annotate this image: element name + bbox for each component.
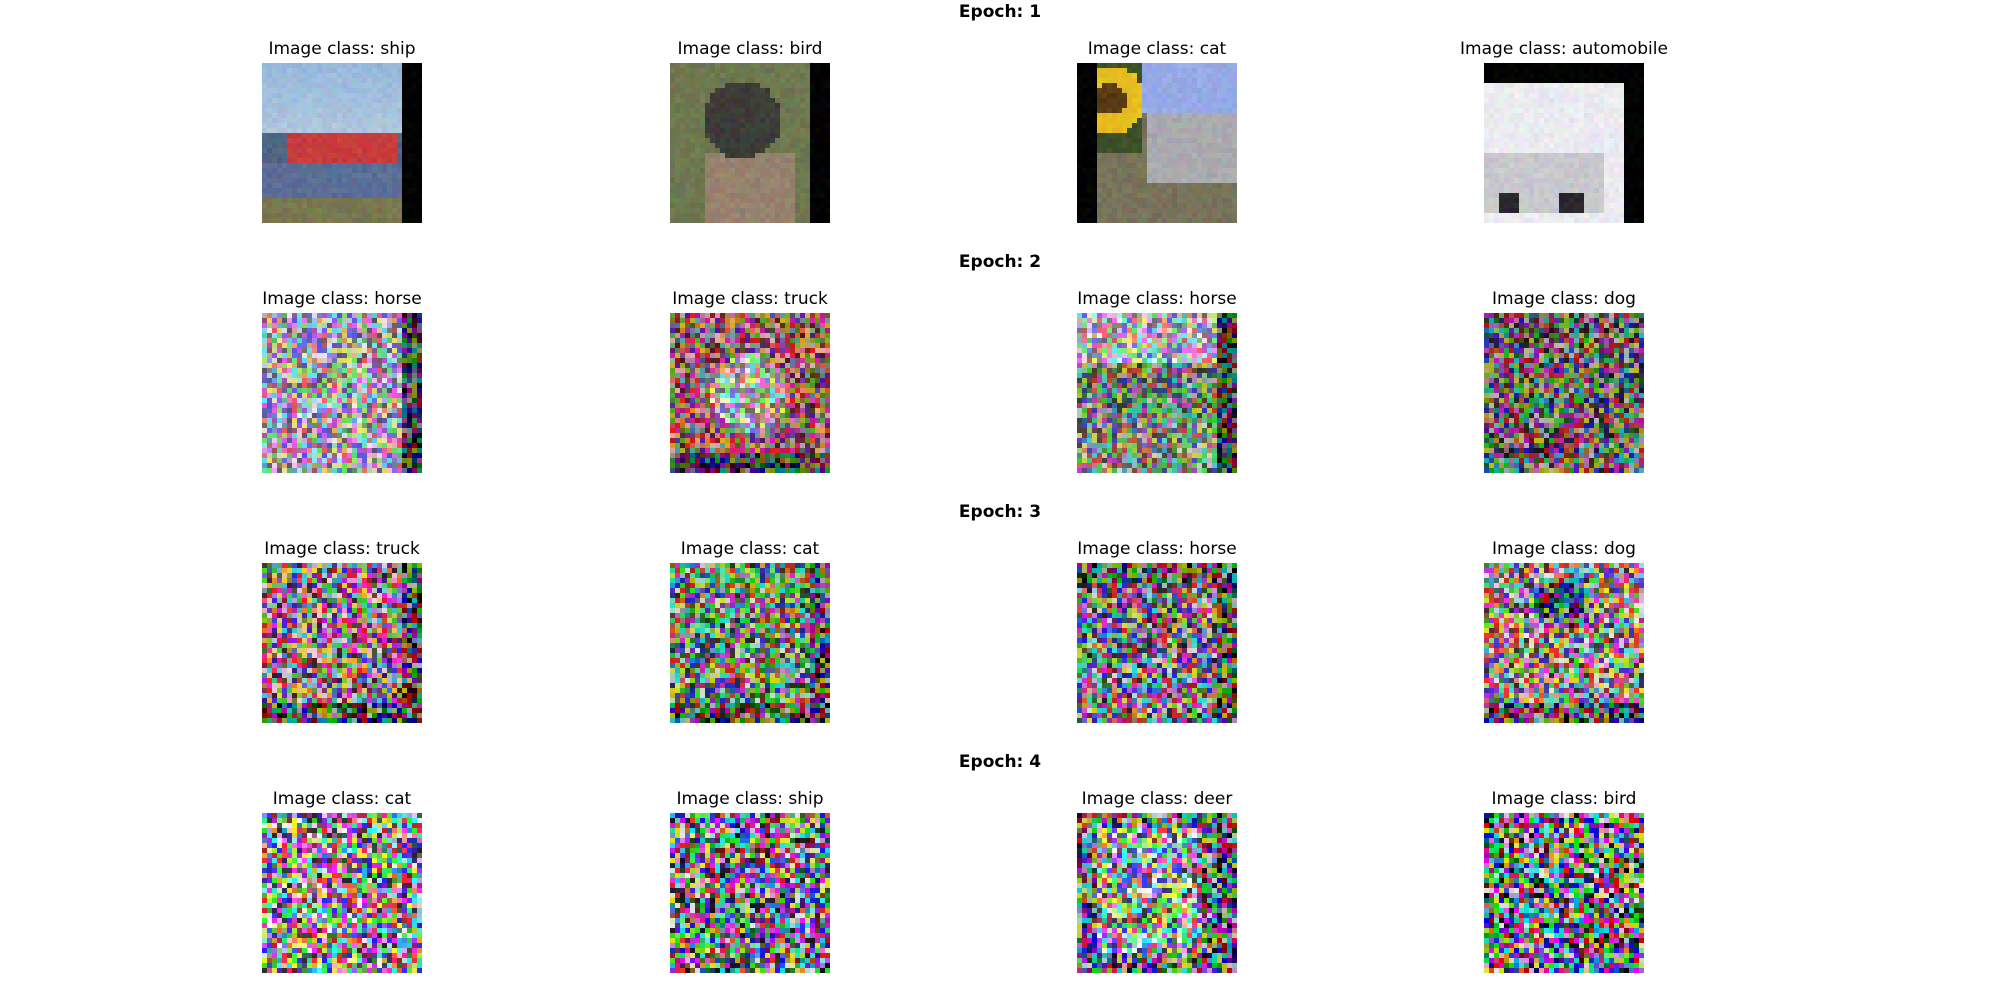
sample-image	[262, 563, 422, 723]
image-cell: Image class: cat	[182, 789, 502, 973]
sample-image	[262, 63, 422, 223]
image-cell: Image class: truck	[590, 289, 910, 473]
sample-image	[1484, 313, 1644, 473]
image-class-label: Image class: horse	[262, 289, 422, 309]
image-class-label: Image class: ship	[268, 39, 416, 59]
image-class-label: Image class: truck	[264, 539, 420, 559]
image-class-label: Image class: ship	[676, 789, 824, 809]
sample-image	[1077, 63, 1237, 223]
image-cell: Image class: ship	[590, 789, 910, 973]
image-class-label: Image class: horse	[1077, 289, 1237, 309]
image-class-label: Image class: deer	[1081, 789, 1233, 809]
sample-image	[262, 813, 422, 973]
epoch-title: Epoch: 4	[958, 752, 1042, 772]
image-cell: Image class: deer	[997, 789, 1317, 973]
image-cell: Image class: truck	[182, 539, 502, 723]
epoch-title: Epoch: 3	[958, 502, 1042, 522]
epoch-title: Epoch: 1	[958, 2, 1042, 22]
sample-image	[1484, 63, 1644, 223]
image-cell: Image class: bird	[590, 39, 910, 223]
epoch-title: Epoch: 2	[958, 252, 1042, 272]
sample-image	[670, 813, 830, 973]
image-cell: Image class: horse	[997, 539, 1317, 723]
image-cell: Image class: horse	[997, 289, 1317, 473]
sample-image	[1484, 813, 1644, 973]
image-cell: Image class: automobile	[1404, 39, 1724, 223]
sample-image	[1077, 313, 1237, 473]
image-class-label: Image class: automobile	[1460, 39, 1668, 59]
image-cell: Image class: dog	[1404, 289, 1724, 473]
sample-image	[670, 313, 830, 473]
image-cell: Image class: bird	[1404, 789, 1724, 973]
sample-image	[1077, 563, 1237, 723]
image-class-label: Image class: dog	[1492, 539, 1636, 559]
image-class-label: Image class: dog	[1492, 289, 1636, 309]
image-cell: Image class: dog	[1404, 539, 1724, 723]
sample-image	[670, 563, 830, 723]
image-class-label: Image class: bird	[1491, 789, 1637, 809]
sample-image	[262, 313, 422, 473]
sample-image	[1484, 563, 1644, 723]
image-class-label: Image class: horse	[1077, 539, 1237, 559]
image-cell: Image class: cat	[590, 539, 910, 723]
image-class-label: Image class: truck	[672, 289, 828, 309]
sample-image	[1077, 813, 1237, 973]
image-class-label: Image class: cat	[1087, 39, 1227, 59]
image-cell: Image class: horse	[182, 289, 502, 473]
image-cell: Image class: ship	[182, 39, 502, 223]
image-class-label: Image class: cat	[272, 789, 412, 809]
sample-image	[670, 63, 830, 223]
image-class-label: Image class: cat	[680, 539, 820, 559]
image-class-label: Image class: bird	[677, 39, 823, 59]
image-cell: Image class: cat	[997, 39, 1317, 223]
